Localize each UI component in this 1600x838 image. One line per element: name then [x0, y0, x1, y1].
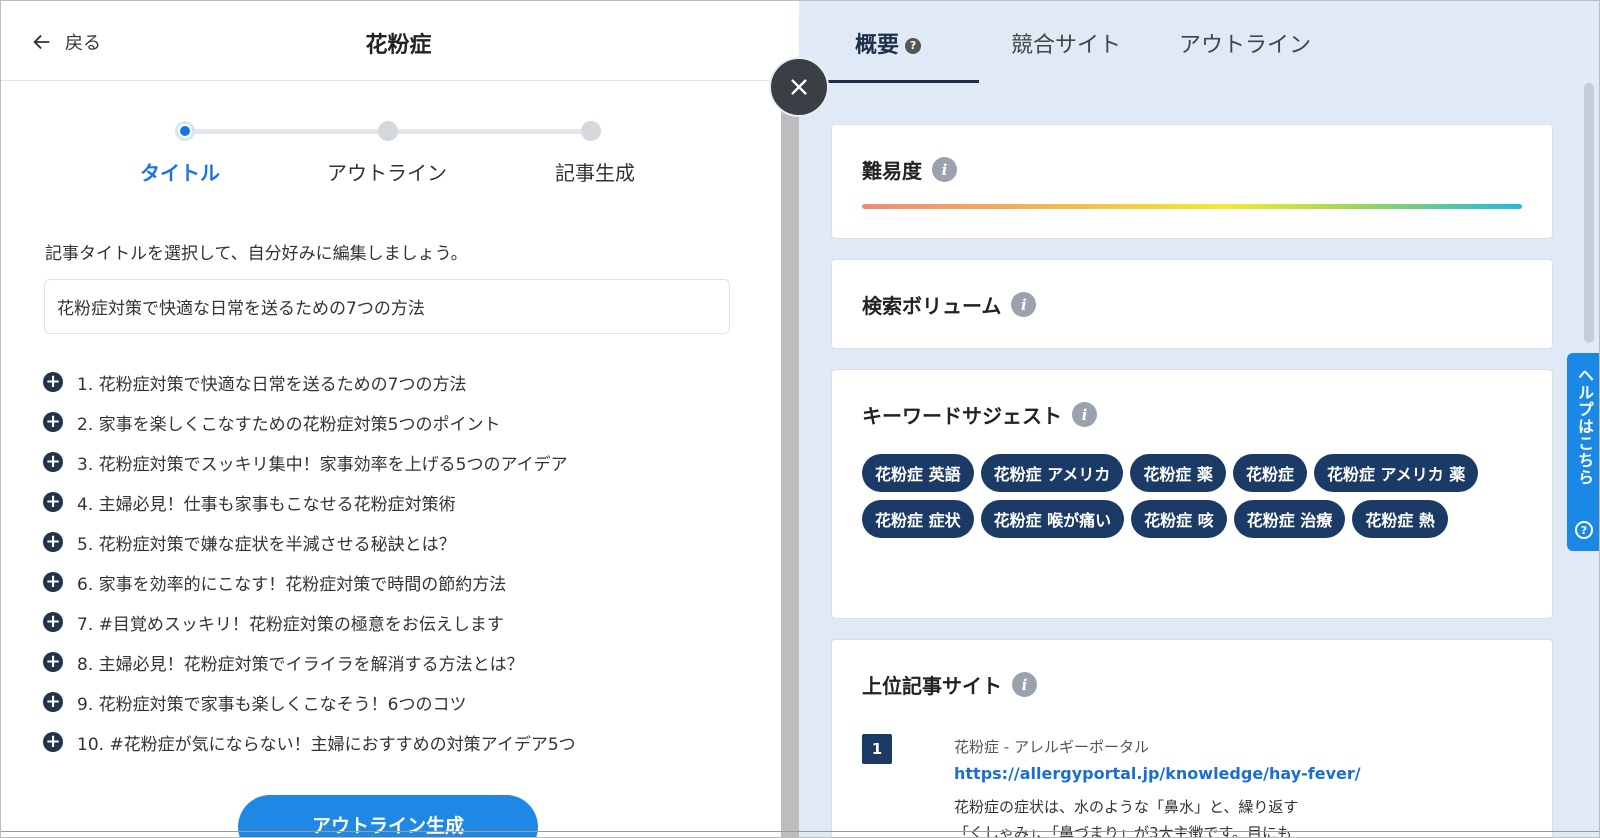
title-suggestion-item[interactable]: +3. 花粉症対策でスッキリ集中！家事効率を上げる5つのアイデア	[43, 442, 743, 482]
editor-header: 戻る 花粉症	[1, 1, 781, 81]
suggestion-text: 1. 花粉症対策で快適な日常を送るための7つの方法	[77, 374, 467, 395]
article-title-input[interactable]	[44, 279, 730, 334]
info-icon[interactable]: i	[1011, 292, 1037, 317]
suggestion-text: 5. 花粉症対策で嫌な症状を半減させる秘訣とは？	[77, 534, 456, 555]
bottom-divider	[1, 831, 1599, 832]
difficulty-card: 難易度 i	[831, 124, 1553, 239]
suggestion-text: 8. 主婦必見！花粉症対策でイライラを解消する方法とは？	[77, 654, 524, 675]
step-connector	[389, 129, 589, 134]
suggestion-text: 2. 家事を楽しくこなすための花粉症対策5つのポイント	[77, 414, 501, 435]
top-sites-label: 上位記事サイト	[862, 674, 1002, 698]
search-volume-label: 検索ボリューム	[862, 294, 1002, 318]
search-volume-card: 検索ボリューム i	[831, 259, 1553, 349]
site-link[interactable]: https://allergyportal.jp/knowledge/hay-f…	[954, 764, 1361, 783]
plus-circle-icon[interactable]: +	[43, 412, 63, 432]
suggestion-text: 6. 家事を効率的にこなす！花粉症対策で時間の節約方法	[77, 574, 507, 595]
scroll-thumb[interactable]	[1584, 83, 1594, 343]
plus-circle-icon[interactable]: +	[43, 732, 63, 752]
plus-circle-icon[interactable]: +	[43, 492, 63, 512]
help-tab-label: ヘルプはこちら	[1575, 367, 1594, 486]
keyword-chip[interactable]: 花粉症 咳	[1131, 500, 1227, 538]
keyword-chip[interactable]: 花粉症 熱	[1352, 500, 1448, 538]
top-sites-card: 上位記事サイト i 1 花粉症 - アレルギーポータル https://alle…	[831, 639, 1553, 837]
title-suggestion-item[interactable]: +9. 花粉症対策で家事も楽しくこなそう！6つのコツ	[43, 682, 743, 722]
tab-outline[interactable]: アウトライン	[1179, 27, 1311, 59]
plus-circle-icon[interactable]: +	[43, 612, 63, 632]
step-label-title: タイトル	[140, 161, 220, 185]
title-suggestion-item[interactable]: +5. 花粉症対策で嫌な症状を半減させる秘訣とは？	[43, 522, 743, 562]
question-circle-icon: ?	[1575, 521, 1593, 539]
title-suggestion-item[interactable]: +2. 家事を楽しくこなすための花粉症対策5つのポイント	[43, 402, 743, 442]
keyword-chip[interactable]: 花粉症 症状	[862, 500, 974, 538]
suggestion-text: 4. 主婦必見！仕事も家事もこなせる花粉症対策術	[77, 494, 456, 515]
suggestion-text: 10. #花粉症が気にならない！主婦におすすめの対策アイデア5つ	[77, 734, 576, 755]
keyword-suggest-card: キーワードサジェスト i 花粉症 英語 花粉症 アメリカ 花粉症 薬花粉症 花粉症 ア…	[831, 369, 1553, 619]
title-suggestion-list: +1. 花粉症対策で快適な日常を送るための7つの方法 +2. 家事を楽しくこなすた…	[43, 362, 743, 762]
site-name: 花粉症 - アレルギーポータル	[954, 738, 1149, 756]
difficulty-gradient-bar	[862, 204, 1522, 209]
step-dot-title	[175, 121, 195, 141]
generate-outline-label: アウトライン生成	[311, 815, 464, 837]
title-suggestion-item[interactable]: +1. 花粉症対策で快適な日常を送るための7つの方法	[43, 362, 743, 402]
help-icon[interactable]: ?	[905, 38, 922, 54]
suggestion-text: 9. 花粉症対策で家事も楽しくこなそう！6つのコツ	[77, 694, 467, 715]
close-panel-button[interactable]	[769, 57, 829, 117]
keyword-chip[interactable]: 花粉症 アメリカ 薬	[1313, 454, 1479, 492]
title-suggestion-item[interactable]: +10. #花粉症が気にならない！主婦におすすめの対策アイデア5つ	[43, 722, 743, 762]
difficulty-label: 難易度	[862, 159, 922, 183]
keyword-suggest-title: キーワードサジェスト i	[862, 400, 1097, 429]
title-suggestion-item[interactable]: +6. 家事を効率的にこなす！花粉症対策で時間の節約方法	[43, 562, 743, 602]
info-icon[interactable]: i	[1012, 672, 1037, 697]
step-connector	[185, 129, 385, 134]
plus-circle-icon[interactable]: +	[43, 572, 63, 592]
keyword-chip[interactable]: 花粉症 喉が痛い	[980, 500, 1125, 538]
keyword-chip[interactable]: 花粉症 英語	[862, 454, 974, 492]
tab-overview-label: 概要	[855, 33, 900, 58]
plus-circle-icon[interactable]: +	[43, 532, 63, 552]
title-suggestion-item[interactable]: +8. 主婦必見！花粉症対策でイライラを解消する方法とは？	[43, 642, 743, 682]
title-editor-panel: 戻る 花粉症 タイトル アウトライン 記事生成 記事タイトルを選択して、自分好み…	[1, 1, 781, 837]
keyword-chip[interactable]: 花粉症 薬	[1130, 454, 1226, 492]
keyword-chip[interactable]: 花粉症	[1232, 454, 1307, 492]
plus-circle-icon[interactable]: +	[43, 372, 63, 392]
app-window: 戻る 花粉症 タイトル アウトライン 記事生成 記事タイトルを選択して、自分好み…	[0, 0, 1600, 838]
plus-circle-icon[interactable]: +	[43, 652, 63, 672]
close-icon	[791, 79, 807, 95]
keyword-chip[interactable]: 花粉症 アメリカ	[980, 454, 1124, 492]
insight-panel: 概要? 競合サイト アウトライン 難易度 i 検索ボリューム i キーワードサジ…	[799, 1, 1599, 837]
panel-tabs: 概要? 競合サイト アウトライン	[799, 1, 1599, 83]
info-icon[interactable]: i	[932, 157, 957, 182]
instruction-text: 記事タイトルを選択して、自分好みに編集しましょう。	[45, 244, 468, 264]
step-label-article: 記事生成	[555, 161, 635, 185]
page-title: 花粉症	[365, 33, 432, 58]
active-tab-indicator	[827, 80, 979, 83]
search-volume-title: 検索ボリューム i	[862, 290, 1037, 319]
plus-circle-icon[interactable]: +	[43, 692, 63, 712]
tab-overview[interactable]: 概要?	[855, 27, 922, 59]
tab-competitor-sites[interactable]: 競合サイト	[1011, 27, 1121, 59]
title-suggestion-item[interactable]: +7. #目覚めスッキリ！花粉症対策の極意をお伝えします	[43, 602, 743, 642]
progress-stepper: タイトル アウトライン 記事生成	[1, 119, 781, 189]
help-tab[interactable]: ヘルプはこちら ?	[1567, 353, 1599, 551]
suggestion-text: 7. #目覚めスッキリ！花粉症対策の極意をお伝えします	[77, 614, 504, 635]
step-label-outline: アウトライン	[327, 161, 447, 185]
suggestion-text: 3. 花粉症対策でスッキリ集中！家事効率を上げる5つのアイデア	[77, 454, 568, 475]
difficulty-title: 難易度 i	[862, 155, 957, 184]
title-suggestion-item[interactable]: +4. 主婦必見！仕事も家事もこなせる花粉症対策術	[43, 482, 743, 522]
keyword-suggest-label: キーワードサジェスト	[862, 404, 1062, 428]
panel-divider	[781, 81, 799, 837]
info-icon[interactable]: i	[1072, 402, 1097, 427]
keyword-chip[interactable]: 花粉症 治療	[1233, 500, 1346, 538]
step-dot-article	[581, 121, 601, 141]
keyword-chip-list: 花粉症 英語 花粉症 アメリカ 花粉症 薬花粉症 花粉症 アメリカ 薬花粉症 症状 花粉…	[862, 454, 1482, 538]
step-dot-outline	[378, 121, 398, 141]
top-sites-title: 上位記事サイト i	[862, 670, 1037, 699]
rank-badge: 1	[862, 734, 892, 764]
plus-circle-icon[interactable]: +	[43, 452, 63, 472]
